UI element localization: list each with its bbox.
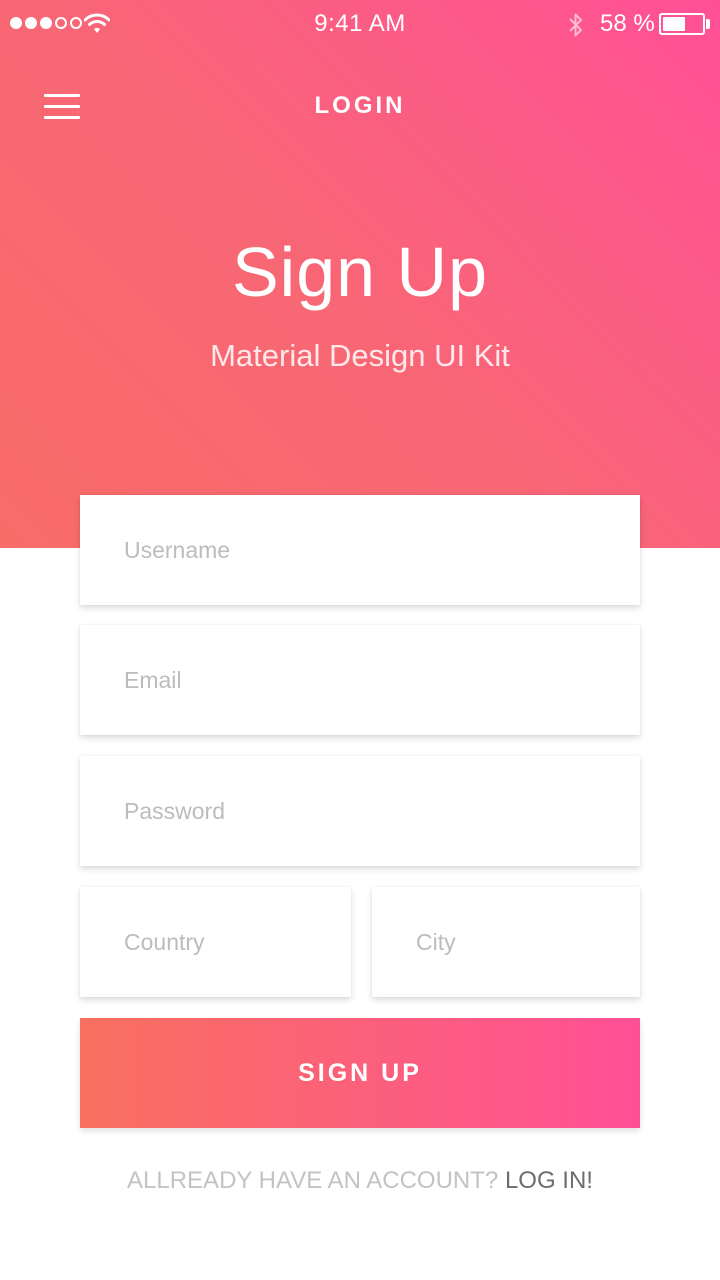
password-input[interactable] — [80, 756, 640, 866]
country-input[interactable] — [80, 887, 351, 997]
password-field-card — [80, 756, 640, 866]
login-prompt: ALLREADY HAVE AN ACCOUNT? LOG IN! — [0, 1167, 720, 1195]
username-field-card — [80, 495, 640, 605]
login-prompt-text: ALLREADY HAVE AN ACCOUNT? — [127, 1167, 499, 1194]
bluetooth-icon — [569, 13, 582, 37]
city-input[interactable] — [372, 887, 640, 997]
email-input[interactable] — [80, 625, 640, 735]
sign-up-button[interactable]: SIGN UP — [80, 1018, 640, 1128]
login-link[interactable]: LOG IN! — [505, 1167, 593, 1194]
status-bar: 9:41 AM 58 % — [0, 0, 720, 48]
battery-percent: 58 % — [600, 10, 655, 37]
battery-icon — [659, 13, 705, 35]
email-field-card — [80, 625, 640, 735]
username-input[interactable] — [80, 495, 640, 605]
city-field-card — [372, 887, 640, 997]
signup-screen: 9:41 AM 58 % LOGIN Sign Up Material Desi… — [0, 0, 720, 1280]
page-title: Sign Up — [231, 233, 489, 311]
page-subtitle: Material Design UI Kit — [210, 338, 510, 373]
nav-title: LOGIN — [314, 92, 406, 119]
battery-nub — [706, 19, 710, 29]
country-field-card — [80, 887, 351, 997]
battery-level-fill — [663, 17, 685, 31]
